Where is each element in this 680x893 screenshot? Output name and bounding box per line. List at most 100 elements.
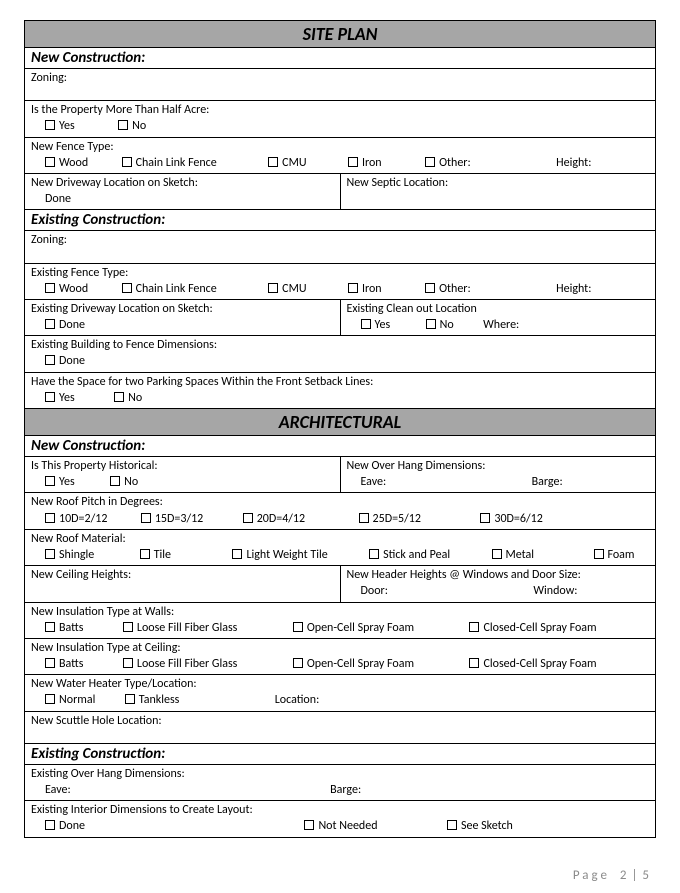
label-roof-material: New Roof Material:	[31, 532, 126, 546]
label-roof-pitch: New Roof Pitch in Degrees:	[31, 495, 163, 509]
checkbox-ex-wood[interactable]	[45, 283, 55, 293]
label-chain: Chain Link Fence	[136, 156, 217, 170]
checkbox-lwt[interactable]	[232, 549, 242, 559]
footer-total: 5	[642, 868, 650, 883]
checkbox-iron[interactable]	[348, 157, 358, 167]
label-heater-tankless: Tankless	[139, 693, 180, 707]
label-ex-height: Height:	[556, 282, 591, 296]
label-metal: Metal	[506, 548, 535, 562]
label-insulation-ceiling: New Insulation Type at Ceiling:	[31, 641, 181, 655]
checkbox-hist-no[interactable]	[110, 476, 120, 486]
label-ex-cmu: CMU	[282, 282, 306, 296]
section-site-plan: SITE PLAN	[25, 21, 656, 48]
checkbox-heater-normal[interactable]	[45, 694, 55, 704]
checkbox-ex-driveway-done[interactable]	[45, 319, 55, 329]
checkbox-cmu[interactable]	[268, 157, 278, 167]
checkbox-pitch-20d[interactable]	[243, 513, 253, 523]
label-ceil-closed: Closed-Cell Spray Foam	[483, 657, 596, 671]
label-stick: Stick and Peal	[383, 548, 450, 562]
label-pitch-30d: 30D=6/12	[494, 512, 542, 526]
checkbox-ex-other[interactable]	[425, 283, 435, 293]
row-zoning: Zoning:	[25, 69, 656, 101]
checkbox-parking-no[interactable]	[114, 392, 124, 402]
row-insulation-walls: New Insulation Type at Walls: Batts Loos…	[25, 602, 656, 638]
label-historical: Is This Property Historical:	[31, 459, 158, 473]
checkbox-foam[interactable]	[594, 549, 604, 559]
checkbox-walls-closed[interactable]	[469, 622, 479, 632]
checkbox-cleanout-yes[interactable]	[361, 319, 371, 329]
label-existing-zoning: Zoning:	[31, 233, 67, 247]
checkbox-pitch-15d[interactable]	[141, 513, 151, 523]
row-half-acre: Is the Property More Than Half Acre: Yes…	[25, 101, 656, 137]
row-scuttle: New Scuttle Hole Location:	[25, 711, 656, 743]
label-scuttle: New Scuttle Hole Location:	[31, 714, 162, 728]
row-ex-interior: Existing Interior Dimensions to Create L…	[25, 801, 656, 837]
checkbox-walls-batts[interactable]	[45, 622, 55, 632]
label-walls-open: Open-Cell Spray Foam	[307, 621, 414, 635]
checkbox-other[interactable]	[425, 157, 435, 167]
label-parking-yes: Yes	[59, 391, 75, 405]
label-walls-batts: Batts	[59, 621, 83, 635]
checkbox-walls-loose[interactable]	[123, 622, 133, 632]
checkbox-half-acre-no[interactable]	[118, 120, 128, 130]
checkbox-hist-yes[interactable]	[45, 476, 55, 486]
label-door: Door:	[347, 584, 388, 598]
checkbox-ceil-open[interactable]	[293, 658, 303, 668]
checkbox-bf-done[interactable]	[45, 355, 55, 365]
label-overhang: New Over Hang Dimensions:	[347, 459, 486, 473]
form-table: SITE PLAN New Construction: Zoning: Is t…	[24, 20, 656, 838]
label-ex-done: Done	[59, 318, 85, 332]
checkbox-walls-open[interactable]	[293, 622, 303, 632]
checkbox-heater-tankless[interactable]	[125, 694, 135, 704]
label-existing-fence: Existing Fence Type:	[31, 266, 128, 280]
cell-header-heights: New Header Heights @ Windows and Door Si…	[340, 566, 655, 601]
label-walls-closed: Closed-Cell Spray Foam	[483, 621, 596, 635]
checkbox-ceil-closed[interactable]	[469, 658, 479, 668]
label-ex-barge: Barge:	[330, 783, 361, 797]
checkbox-wood[interactable]	[45, 157, 55, 167]
label-heater-location: Location:	[275, 693, 320, 707]
label-ex-interior: Existing Interior Dimensions to Create L…	[31, 803, 253, 817]
checkbox-ceil-batts[interactable]	[45, 658, 55, 668]
row-existing-zoning: Zoning:	[25, 231, 656, 263]
cell-new-driveway: New Driveway Location on Sketch: Done	[25, 174, 340, 209]
checkbox-ex-chain[interactable]	[122, 283, 132, 293]
checkbox-half-acre-yes[interactable]	[45, 120, 55, 130]
label-other: Other:	[439, 156, 471, 170]
checkbox-int-done[interactable]	[45, 820, 55, 830]
checkbox-stick[interactable]	[369, 549, 379, 559]
row-new-fence: New Fence Type: Wood Chain Link Fence CM…	[25, 137, 656, 173]
label-parking-no: No	[128, 391, 142, 405]
label-ceil-open: Open-Cell Spray Foam	[307, 657, 414, 671]
label-zoning: Zoning:	[31, 71, 67, 85]
label-height: Height:	[556, 156, 591, 170]
checkbox-int-see-sketch[interactable]	[447, 820, 457, 830]
checkbox-shingle[interactable]	[45, 549, 55, 559]
footer-page-word: Page	[573, 868, 610, 883]
label-wood: Wood	[59, 156, 88, 170]
row-roof-pitch: New Roof Pitch in Degrees: 10D=2/12 15D=…	[25, 493, 656, 529]
checkbox-ex-cmu[interactable]	[268, 283, 278, 293]
label-building-fence: Existing Building to Fence Dimensions:	[31, 338, 217, 352]
checkbox-tile[interactable]	[140, 549, 150, 559]
footer-sep: |	[631, 868, 638, 883]
label-barge: Barge:	[532, 475, 563, 489]
checkbox-pitch-10d[interactable]	[45, 513, 55, 523]
subheader-arch-existing: Existing Construction:	[25, 743, 656, 764]
label-yes: Yes	[59, 118, 75, 134]
checkbox-ceil-loose[interactable]	[123, 658, 133, 668]
checkbox-pitch-30d[interactable]	[480, 513, 490, 523]
checkbox-parking-yes[interactable]	[45, 392, 55, 402]
checkbox-cleanout-no[interactable]	[426, 319, 436, 329]
checkbox-ex-iron[interactable]	[348, 283, 358, 293]
label-cmu: CMU	[282, 156, 306, 170]
checkbox-chain[interactable]	[122, 157, 132, 167]
label-pitch-20d: 20D=4/12	[257, 512, 305, 526]
checkbox-pitch-25d[interactable]	[359, 513, 369, 523]
label-new-driveway: New Driveway Location on Sketch:	[31, 176, 198, 190]
page-footer: Page 2 | 5	[0, 848, 680, 893]
row-building-fence: Existing Building to Fence Dimensions: D…	[25, 336, 656, 372]
checkbox-int-not-needed[interactable]	[304, 820, 314, 830]
label-pitch-25d: 25D=5/12	[373, 512, 421, 526]
checkbox-metal[interactable]	[492, 549, 502, 559]
